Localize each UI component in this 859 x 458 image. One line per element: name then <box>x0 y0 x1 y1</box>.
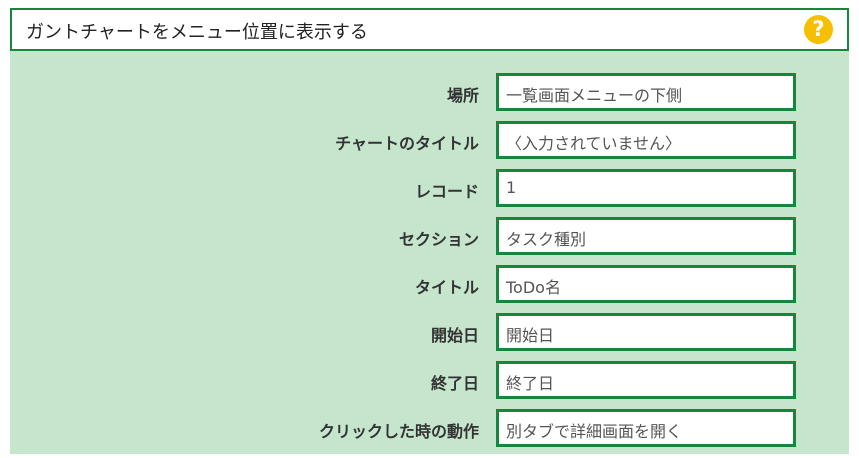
field-row-record: レコード 1 <box>10 169 849 218</box>
chart-title-field[interactable]: 〈入力されていません〉 <box>496 121 796 159</box>
click-action-value: 別タブで詳細画面を開く <box>506 422 683 441</box>
panel-title: ガントチャートをメニュー位置に表示する <box>26 22 368 43</box>
start-date-field[interactable]: 開始日 <box>496 313 796 351</box>
field-row-end-date: 終了日 終了日 <box>10 361 849 410</box>
help-icon[interactable]: ? <box>804 15 833 44</box>
record-value: 1 <box>506 178 517 197</box>
end-date-field[interactable]: 終了日 <box>496 361 796 399</box>
record-field[interactable]: 1 <box>496 169 796 207</box>
field-row-click-action: クリックした時の動作 別タブで詳細画面を開く <box>10 409 849 458</box>
field-label-section: セクション <box>398 230 479 249</box>
click-action-field[interactable]: 別タブで詳細画面を開く <box>496 409 796 447</box>
section-field[interactable]: タスク種別 <box>496 217 796 255</box>
field-row-location: 場所 一覧画面メニューの下側 <box>10 73 849 122</box>
end-date-value: 終了日 <box>506 374 555 393</box>
field-label-chart-title: チャートのタイトル <box>335 134 479 153</box>
location-field[interactable]: 一覧画面メニューの下側 <box>496 73 796 111</box>
section-value: タスク種別 <box>506 230 587 249</box>
settings-panel: ガントチャートをメニュー位置に表示する ? 場所 一覧画面メニューの下側 チャー… <box>10 8 849 454</box>
field-label-title: タイトル <box>414 278 479 297</box>
field-row-title: タイトル ToDo名 <box>10 265 849 314</box>
chart-title-value: 〈入力されていません〉 <box>506 134 682 153</box>
location-value: 一覧画面メニューの下側 <box>506 86 683 105</box>
panel-header: ガントチャートをメニュー位置に表示する ? <box>10 8 849 51</box>
field-row-start-date: 開始日 開始日 <box>10 313 849 362</box>
field-row-chart-title: チャートのタイトル 〈入力されていません〉 <box>10 121 849 170</box>
field-row-section: セクション タスク種別 <box>10 217 849 266</box>
field-label-start-date: 開始日 <box>430 326 479 345</box>
title-value: ToDo名 <box>506 278 561 297</box>
field-label-record: レコード <box>414 182 479 201</box>
start-date-value: 開始日 <box>506 326 555 345</box>
title-field[interactable]: ToDo名 <box>496 265 796 303</box>
field-label-end-date: 終了日 <box>430 374 479 393</box>
settings-form: 場所 一覧画面メニューの下側 チャートのタイトル 〈入力されていません〉 レコー… <box>10 73 849 458</box>
field-label-click-action: クリックした時の動作 <box>318 422 479 441</box>
field-label-location: 場所 <box>446 86 479 105</box>
